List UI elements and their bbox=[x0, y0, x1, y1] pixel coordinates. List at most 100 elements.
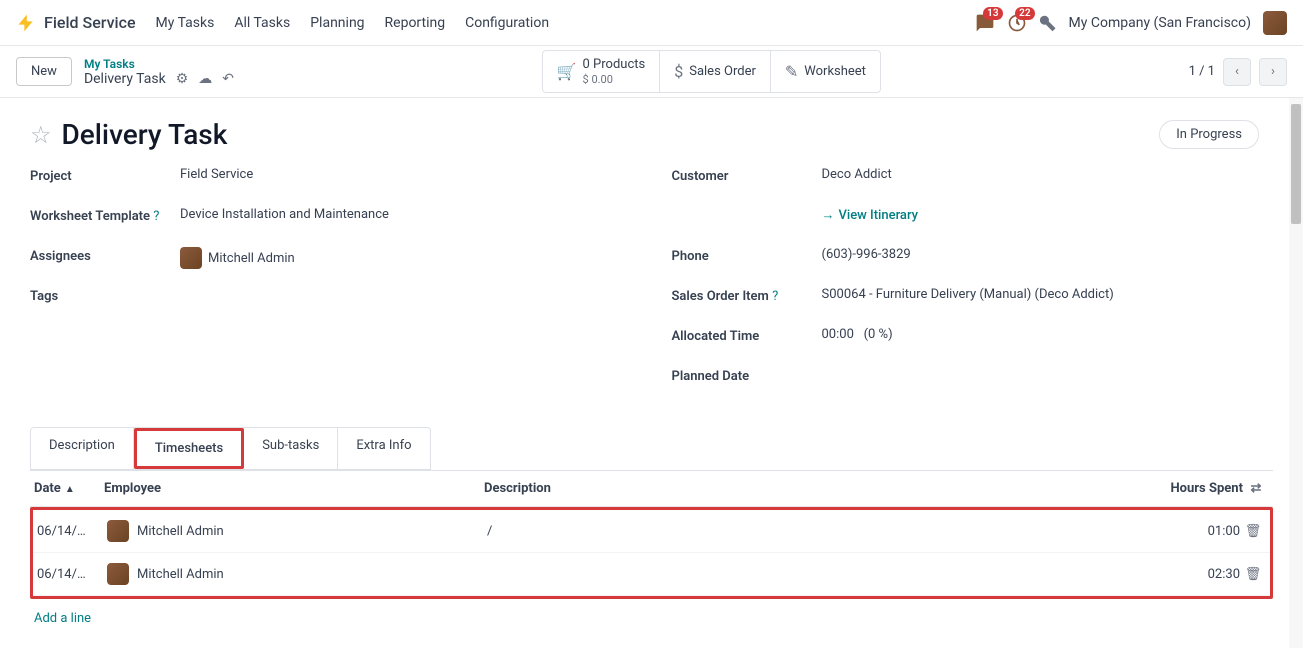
pager: 1 / 1 ‹ › bbox=[1189, 58, 1287, 86]
field-phone: Phone (603)-996-3829 bbox=[672, 247, 1274, 273]
nav-reporting[interactable]: Reporting bbox=[385, 15, 446, 31]
timesheet-table: Date▲ Employee Description Hours Spent ⇄… bbox=[30, 470, 1273, 638]
scrollbar[interactable] bbox=[1289, 98, 1303, 648]
cell-date[interactable]: 06/14/… bbox=[37, 567, 107, 582]
center-tools: 🛒 0 Products $ 0.00 $ Sales Order ✎ Work… bbox=[542, 50, 881, 93]
top-nav: Field Service My Tasks All Tasks Plannin… bbox=[0, 0, 1303, 46]
app-icon bbox=[16, 13, 36, 33]
assignees-label: Assignees bbox=[30, 247, 180, 264]
planned-label: Planned Date bbox=[672, 367, 822, 384]
nav-configuration[interactable]: Configuration bbox=[465, 15, 549, 31]
new-button[interactable]: New bbox=[16, 57, 72, 86]
app-name[interactable]: Field Service bbox=[44, 13, 136, 32]
user-avatar[interactable] bbox=[1263, 11, 1287, 35]
pager-prev[interactable]: ‹ bbox=[1223, 58, 1251, 86]
th-employee[interactable]: Employee bbox=[104, 481, 484, 496]
products-amount: $ 0.00 bbox=[583, 73, 646, 86]
add-line-link[interactable]: Add a line bbox=[30, 599, 1273, 638]
pager-text: 1 / 1 bbox=[1189, 64, 1215, 79]
left-col: Project Field Service Worksheet Template… bbox=[30, 167, 632, 407]
field-sales-order-item: Sales Order Item ? S00064 - Furniture De… bbox=[672, 287, 1274, 313]
table-row[interactable]: 06/14/… Mitchell Admin 02:30 🗑 bbox=[33, 553, 1270, 596]
phone-label: Phone bbox=[672, 247, 822, 264]
project-value[interactable]: Field Service bbox=[180, 167, 632, 182]
th-hours[interactable]: Hours Spent bbox=[1133, 481, 1243, 496]
undo-icon[interactable]: ↶ bbox=[222, 71, 234, 87]
cloud-icon[interactable]: ☁ bbox=[198, 71, 212, 87]
scrollbar-thumb[interactable] bbox=[1291, 104, 1301, 224]
soitem-label: Sales Order Item ? bbox=[672, 287, 822, 304]
field-worksheet-template: Worksheet Template ? Device Installation… bbox=[30, 207, 632, 233]
field-customer: Customer Deco Addict bbox=[672, 167, 1274, 193]
tabs: Description Timesheets Sub-tasks Extra I… bbox=[30, 427, 431, 470]
alloc-label: Allocated Time bbox=[672, 327, 822, 344]
cell-hours[interactable]: 02:30 bbox=[1130, 567, 1240, 582]
tab-timesheets[interactable]: Timesheets bbox=[134, 428, 244, 469]
field-planned-date: Planned Date bbox=[672, 367, 1274, 393]
topnav-right: 13 22 My Company (San Francisco) bbox=[975, 11, 1287, 35]
status-button[interactable]: In Progress bbox=[1159, 120, 1259, 149]
cell-description[interactable]: / bbox=[487, 524, 1130, 539]
clock-icon[interactable]: 22 bbox=[1007, 13, 1027, 33]
nav-links: My Tasks All Tasks Planning Reporting Co… bbox=[156, 15, 550, 31]
customer-value[interactable]: Deco Addict bbox=[822, 167, 1274, 182]
project-label: Project bbox=[30, 167, 180, 184]
gear-icon[interactable]: ⚙ bbox=[176, 71, 189, 87]
field-project: Project Field Service bbox=[30, 167, 632, 193]
breadcrumb-parent[interactable]: My Tasks bbox=[84, 57, 234, 71]
task-title[interactable]: Delivery Task bbox=[62, 118, 228, 151]
clock-badge: 22 bbox=[1015, 7, 1034, 20]
cell-hours[interactable]: 01:00 bbox=[1130, 524, 1240, 539]
sales-order-button[interactable]: $ Sales Order bbox=[660, 51, 771, 92]
breadcrumb-current: Delivery Task bbox=[84, 71, 166, 87]
sort-asc-icon: ▲ bbox=[65, 484, 75, 495]
help-icon[interactable]: ? bbox=[772, 289, 778, 304]
cell-employee[interactable]: Mitchell Admin bbox=[107, 520, 487, 542]
th-description[interactable]: Description bbox=[484, 481, 1133, 496]
company-name[interactable]: My Company (San Francisco) bbox=[1069, 15, 1251, 31]
form: ☆ Delivery Task In Progress Project Fiel… bbox=[0, 98, 1303, 648]
nav-my-tasks[interactable]: My Tasks bbox=[156, 15, 215, 31]
worksheet-button[interactable]: ✎ Worksheet bbox=[771, 51, 880, 92]
dollar-icon: $ bbox=[674, 62, 683, 81]
sales-order-label: Sales Order bbox=[689, 64, 756, 80]
nav-all-tasks[interactable]: All Tasks bbox=[234, 15, 290, 31]
delete-row-icon[interactable]: 🗑 bbox=[1240, 524, 1266, 539]
field-allocated-time: Allocated Time 00:00 (0 %) bbox=[672, 327, 1274, 353]
field-grid: Project Field Service Worksheet Template… bbox=[30, 167, 1273, 407]
employee-avatar bbox=[107, 520, 129, 542]
cart-icon: 🛒 bbox=[557, 62, 577, 81]
delete-row-icon[interactable]: 🗑 bbox=[1240, 567, 1266, 582]
phone-value[interactable]: (603)-996-3829 bbox=[822, 247, 1274, 262]
employee-avatar bbox=[107, 563, 129, 585]
tab-subtasks[interactable]: Sub-tasks bbox=[244, 428, 338, 469]
tab-description[interactable]: Description bbox=[31, 428, 134, 469]
th-date[interactable]: Date▲ bbox=[34, 481, 104, 496]
chat-icon[interactable]: 13 bbox=[975, 13, 995, 33]
help-icon[interactable]: ? bbox=[153, 209, 159, 224]
products-button[interactable]: 🛒 0 Products $ 0.00 bbox=[543, 51, 661, 92]
assignee-name: Mitchell Admin bbox=[208, 251, 295, 266]
assignee-chip[interactable]: Mitchell Admin bbox=[180, 247, 632, 269]
cell-date[interactable]: 06/14/… bbox=[37, 524, 107, 539]
arrow-right-icon: → bbox=[822, 208, 835, 223]
alloc-value[interactable]: 00:00 (0 %) bbox=[822, 327, 1274, 342]
tab-extra-info[interactable]: Extra Info bbox=[338, 428, 429, 469]
wtpl-value[interactable]: Device Installation and Maintenance bbox=[180, 207, 632, 222]
tags-label: Tags bbox=[30, 287, 180, 304]
th-toggle-icon[interactable]: ⇄ bbox=[1243, 481, 1269, 496]
table-row[interactable]: 06/14/… Mitchell Admin / 01:00 🗑 bbox=[33, 510, 1270, 553]
table-header: Date▲ Employee Description Hours Spent ⇄ bbox=[30, 471, 1273, 507]
wtpl-label: Worksheet Template ? bbox=[30, 207, 180, 224]
view-itinerary-link[interactable]: →View Itinerary bbox=[822, 207, 1274, 223]
nav-planning[interactable]: Planning bbox=[310, 15, 364, 31]
products-label: 0 Products bbox=[583, 57, 646, 73]
pager-next[interactable]: › bbox=[1259, 58, 1287, 86]
field-itinerary: →View Itinerary bbox=[672, 207, 1274, 233]
star-icon[interactable]: ☆ bbox=[30, 121, 52, 149]
wrench-icon[interactable] bbox=[1039, 14, 1057, 32]
highlighted-rows: 06/14/… Mitchell Admin / 01:00 🗑 06/14/…… bbox=[30, 507, 1273, 599]
breadcrumb: My Tasks Delivery Task ⚙ ☁ ↶ bbox=[84, 57, 234, 87]
cell-employee[interactable]: Mitchell Admin bbox=[107, 563, 487, 585]
soitem-value[interactable]: S00064 - Furniture Delivery (Manual) (De… bbox=[822, 287, 1274, 302]
